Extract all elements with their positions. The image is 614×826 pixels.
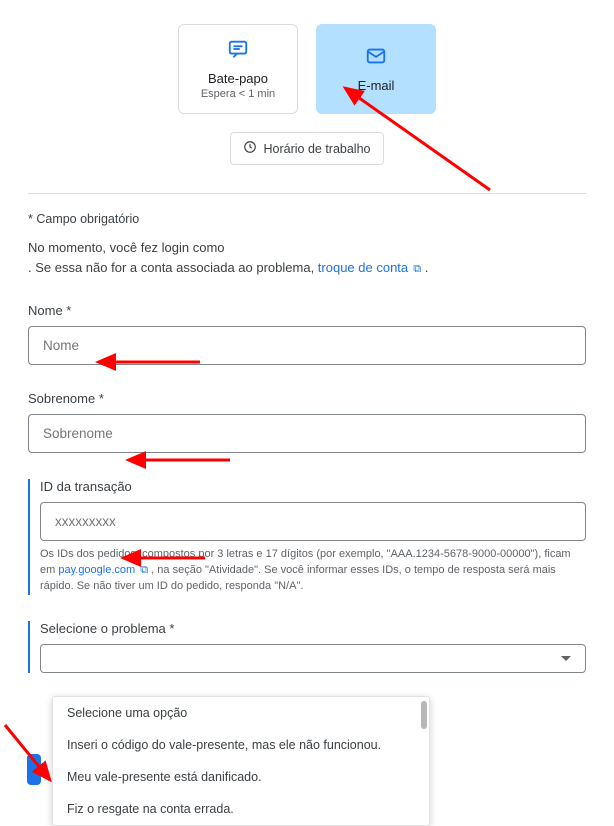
transacao-block: ID da transação Os IDs dos pedidos, comp… [28, 479, 586, 595]
dropdown-option[interactable]: Meu vale-presente está danificado. [53, 761, 429, 793]
login-line1: No momento, você fez login como [28, 240, 225, 255]
sobrenome-input[interactable] [28, 414, 586, 453]
transacao-help: Os IDs dos pedidos, compostos por 3 letr… [40, 547, 586, 595]
scrollbar[interactable] [421, 701, 427, 729]
contact-options: Bate-papo Espera < 1 min E-mail [28, 24, 586, 114]
hours-button[interactable]: Horário de trabalho [230, 132, 383, 165]
switch-account-link[interactable]: troque de conta ⧉ [318, 260, 421, 275]
external-link-icon: ⧉ [137, 564, 148, 576]
email-card[interactable]: E-mail [316, 24, 436, 114]
chat-sub: Espera < 1 min [201, 88, 275, 100]
problem-dropdown: Selecione uma opção Inseri o código do v… [52, 696, 430, 826]
dropdown-option[interactable]: Inseri o código do vale-presente, mas el… [53, 729, 429, 761]
required-note: * Campo obrigatório [28, 212, 586, 226]
clock-icon [243, 140, 257, 157]
chevron-down-icon [561, 656, 571, 661]
nome-block: Nome * [28, 303, 586, 365]
email-icon [365, 45, 387, 72]
problem-select[interactable] [40, 644, 586, 673]
hours-label: Horário de trabalho [263, 142, 370, 156]
login-line2a: . Se essa não for a conta associada ao p… [28, 260, 318, 275]
email-title: E-mail [358, 78, 395, 93]
sobrenome-label: Sobrenome * [28, 391, 586, 406]
chat-icon [227, 38, 249, 65]
dropdown-option[interactable]: Fiz o resgate na conta errada. [53, 793, 429, 825]
select-block: Selecione o problema * [28, 621, 586, 673]
login-line2b: . [421, 260, 428, 275]
login-text: No momento, você fez login como . Se ess… [28, 238, 586, 277]
blue-chip[interactable] [27, 754, 41, 785]
chat-title: Bate-papo [208, 71, 268, 86]
select-label: Selecione o problema * [40, 621, 586, 636]
transacao-input[interactable] [40, 502, 586, 541]
dropdown-option[interactable]: Selecione uma opção [53, 697, 429, 729]
pay-google-link[interactable]: pay.google.com ⧉ [58, 564, 148, 576]
divider [28, 193, 586, 194]
nome-input[interactable] [28, 326, 586, 365]
chat-card[interactable]: Bate-papo Espera < 1 min [178, 24, 298, 114]
sobrenome-block: Sobrenome * [28, 391, 586, 453]
transacao-label: ID da transação [40, 479, 586, 494]
external-link-icon: ⧉ [410, 263, 421, 275]
nome-label: Nome * [28, 303, 586, 318]
